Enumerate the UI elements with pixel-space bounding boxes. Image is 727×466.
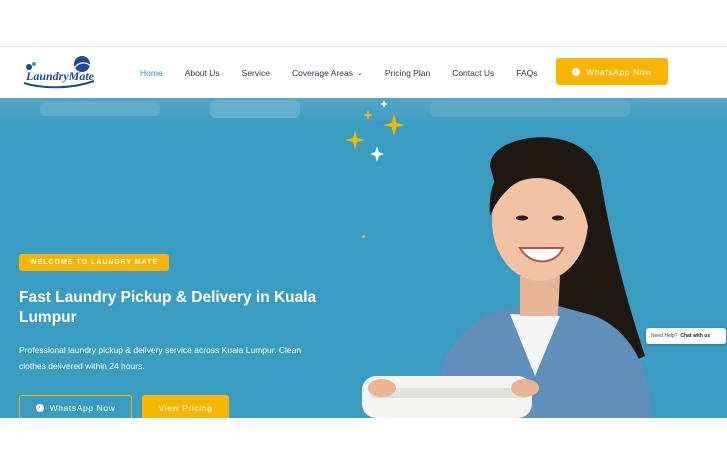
svg-text:LaundryMate: LaundryMate bbox=[25, 69, 95, 83]
chat-widget-label: Chat with us bbox=[680, 333, 711, 339]
nav-coverage-areas-label: Coverage Areas bbox=[292, 68, 353, 78]
nav-about-us[interactable]: About Us bbox=[185, 68, 220, 78]
nav-service[interactable]: Service bbox=[242, 68, 270, 78]
nav-contact-us[interactable]: Contact Us bbox=[452, 68, 494, 78]
bottom-area bbox=[0, 418, 727, 466]
chevron-down-icon: ⌄ bbox=[356, 70, 363, 77]
hero-title: Fast Laundry Pickup & Delivery in Kuala … bbox=[19, 289, 317, 326]
hero-section: WELCOME TO LAUNDRY MATE Fast Laundry Pic… bbox=[0, 98, 727, 418]
hero-woman-illustration bbox=[362, 137, 652, 418]
header-whatsapp-button[interactable]: › WhatsApp Now bbox=[556, 58, 668, 85]
hero-whatsapp-label: WhatsApp Now bbox=[49, 403, 116, 413]
main-nav: Home About Us Service Coverage Areas ⌄ P… bbox=[140, 48, 560, 98]
chat-widget-prefix: Need Help? bbox=[651, 333, 678, 339]
page: LaundryMate Home About Us Service Covera… bbox=[0, 0, 727, 466]
welcome-badge: WELCOME TO LAUNDRY MATE bbox=[19, 254, 170, 271]
site-header: LaundryMate Home About Us Service Covera… bbox=[0, 48, 727, 98]
nav-coverage-areas[interactable]: Coverage Areas ⌄ bbox=[292, 68, 363, 78]
nav-home[interactable]: Home bbox=[140, 68, 163, 78]
hero-whatsapp-button[interactable]: › WhatsApp Now bbox=[19, 395, 132, 418]
nav-pricing-plan[interactable]: Pricing Plan bbox=[385, 68, 430, 78]
chat-widget[interactable]: Need Help? Chat with us bbox=[646, 328, 726, 344]
hero-description: Professional laundry pickup & delivery s… bbox=[19, 345, 302, 371]
header-whatsapp-label: WhatsApp Now bbox=[586, 66, 652, 77]
laundrymate-logo[interactable]: LaundryMate bbox=[22, 55, 96, 91]
view-pricing-button[interactable]: View Pricing bbox=[142, 395, 229, 418]
arrow-circle-icon: › bbox=[572, 67, 581, 76]
arrow-circle-icon: › bbox=[35, 404, 44, 412]
top-strip bbox=[0, 0, 727, 47]
nav-faqs[interactable]: FAQs bbox=[516, 68, 537, 78]
